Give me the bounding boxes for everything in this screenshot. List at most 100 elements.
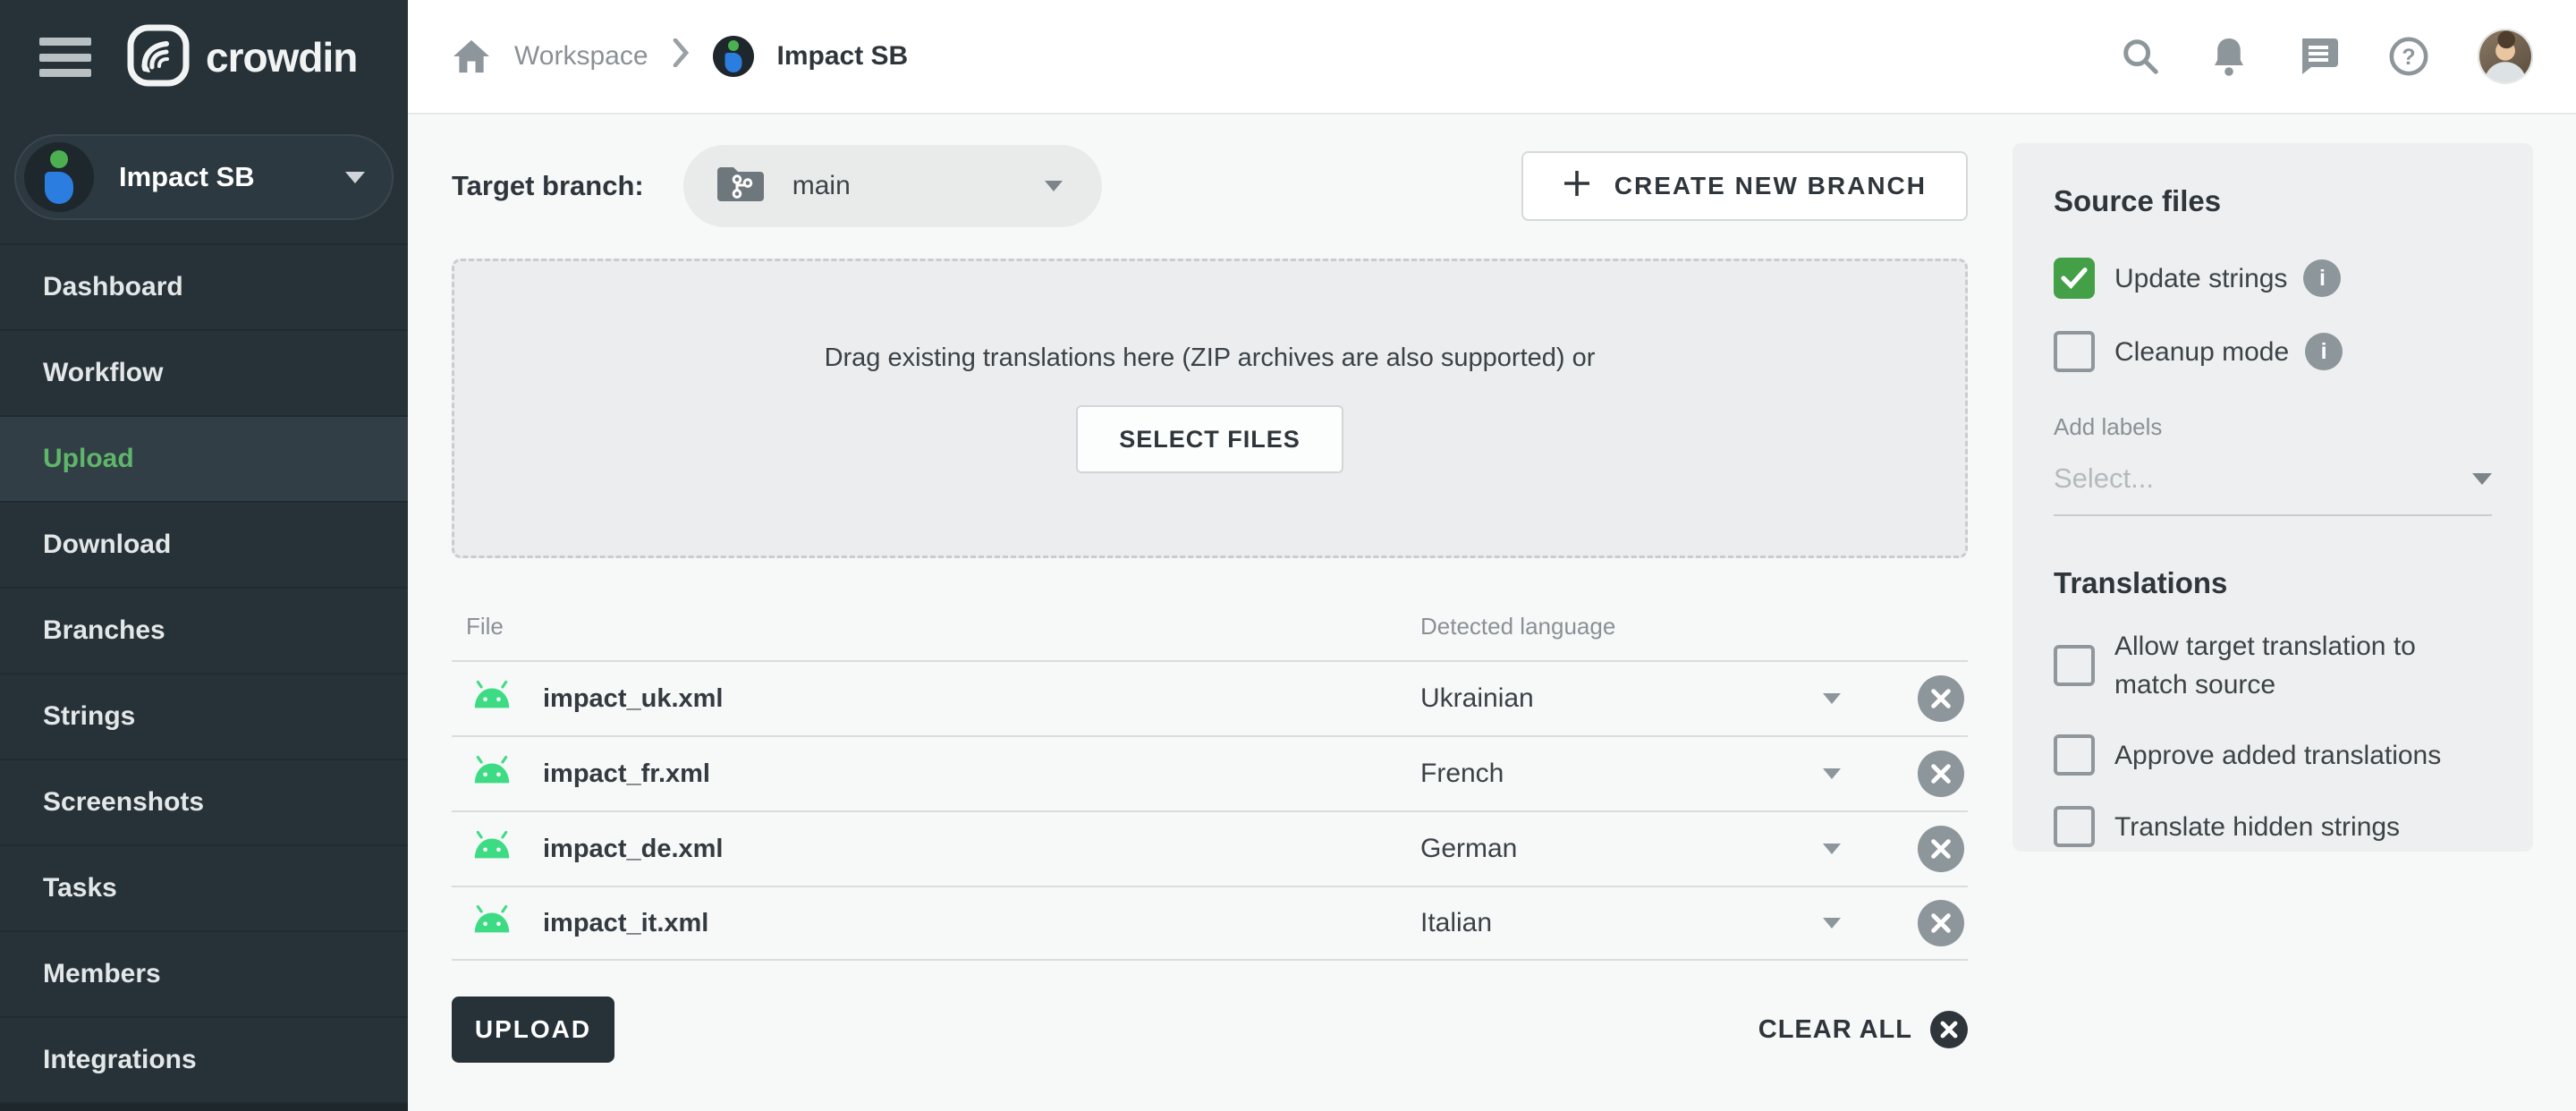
android-icon xyxy=(471,755,513,793)
table-header: File Detected language xyxy=(452,592,1968,660)
chevron-right-icon xyxy=(672,38,690,74)
cleanup-mode-checkbox[interactable] xyxy=(2054,331,2095,372)
labels-select[interactable]: Select... xyxy=(2054,462,2492,516)
breadcrumb-workspace[interactable]: Workspace xyxy=(514,41,648,72)
add-labels-label: Add labels xyxy=(2054,413,2492,441)
table-row: impact_it.xml Italian xyxy=(452,886,1968,961)
android-icon xyxy=(471,830,513,868)
top-bar: Workspace Impact SB xyxy=(408,0,2576,114)
table-row: impact_fr.xml French xyxy=(452,735,1968,810)
translate-hidden-checkbox[interactable] xyxy=(2054,806,2095,847)
info-icon[interactable]: i xyxy=(2303,259,2341,297)
target-branch-label: Target branch: xyxy=(452,170,644,202)
upload-button[interactable]: UPLOAD xyxy=(452,997,614,1063)
help-icon[interactable]: ? xyxy=(2388,36,2429,77)
breadcrumb: Workspace Impact SB xyxy=(452,36,908,77)
remove-file-button[interactable] xyxy=(1918,826,1964,872)
remove-file-button[interactable] xyxy=(1918,751,1964,797)
sidebar-item-upload[interactable]: Upload xyxy=(0,417,408,503)
language-value: Italian xyxy=(1420,908,1492,938)
branch-dropdown[interactable]: main xyxy=(683,145,1102,227)
notifications-bell-icon[interactable] xyxy=(2209,35,2249,78)
language-value: German xyxy=(1420,834,1517,864)
table-row: impact_uk.xml Ukrainian xyxy=(452,660,1968,735)
source-files-title: Source files xyxy=(2054,184,2492,218)
search-icon[interactable] xyxy=(2120,36,2161,77)
remove-file-button[interactable] xyxy=(1918,900,1964,946)
translations-title: Translations xyxy=(2054,566,2492,600)
chevron-down-icon xyxy=(1823,693,1841,704)
language-dropdown[interactable]: Italian xyxy=(1420,908,1841,938)
page-content: Target branch: main xyxy=(408,114,2576,1111)
update-strings-row: Update strings i xyxy=(2054,258,2492,299)
table-row: impact_de.xml German xyxy=(452,810,1968,886)
dropzone-hint: Drag existing translations here (ZIP arc… xyxy=(825,343,1596,373)
android-icon xyxy=(471,904,513,942)
language-value: French xyxy=(1420,759,1504,789)
language-value: Ukrainian xyxy=(1420,683,1534,714)
file-name: impact_fr.xml xyxy=(543,759,710,789)
approve-added-row: Approve added translations xyxy=(2054,734,2492,776)
language-dropdown[interactable]: French xyxy=(1420,759,1841,789)
sidebar-header: crowdin xyxy=(0,0,408,114)
sidebar-item-dashboard[interactable]: Dashboard xyxy=(0,245,408,331)
chevron-down-icon xyxy=(1823,768,1841,779)
sidebar-item-download[interactable]: Download xyxy=(0,503,408,589)
translate-hidden-row: Translate hidden strings xyxy=(2054,806,2492,847)
project-avatar xyxy=(24,142,94,212)
sidebar-footer xyxy=(0,1104,408,1111)
files-table: File Detected language impact_uk.xml xyxy=(452,592,1968,961)
sidebar: crowdin Impact SB Dashboard Workflow Upl… xyxy=(0,0,408,1111)
file-name: impact_it.xml xyxy=(543,909,708,938)
allow-match-source-checkbox[interactable] xyxy=(2054,645,2095,686)
home-icon[interactable] xyxy=(452,38,491,74)
chevron-down-icon xyxy=(1045,181,1063,191)
settings-panel: Source files Update strings i Cleanup mo… xyxy=(2012,143,2533,852)
sidebar-item-tasks[interactable]: Tasks xyxy=(0,846,408,932)
user-avatar[interactable] xyxy=(2478,29,2533,84)
update-strings-checkbox[interactable] xyxy=(2054,258,2095,299)
create-new-branch-button[interactable]: CREATE NEW BRANCH xyxy=(1521,151,1968,221)
sidebar-item-integrations[interactable]: Integrations xyxy=(0,1018,408,1104)
cleanup-mode-row: Cleanup mode i xyxy=(2054,331,2492,372)
sidebar-item-workflow[interactable]: Workflow xyxy=(0,331,408,417)
allow-match-source-row: Allow target translation to match source xyxy=(2054,627,2492,704)
upload-section: Target branch: main xyxy=(452,143,1968,1111)
project-selector[interactable]: Impact SB xyxy=(14,134,394,220)
clear-all-button[interactable]: CLEAR ALL xyxy=(1758,1011,1968,1048)
column-detected-language: Detected language xyxy=(1420,613,1615,640)
sidebar-item-screenshots[interactable]: Screenshots xyxy=(0,760,408,846)
crowdin-logo[interactable]: crowdin xyxy=(125,22,357,93)
crowdin-mark-icon xyxy=(125,22,191,93)
sidebar-item-members[interactable]: Members xyxy=(0,932,408,1018)
column-file: File xyxy=(452,613,1420,640)
sidebar-nav: Dashboard Workflow Upload Download Branc… xyxy=(0,243,408,1111)
language-dropdown[interactable]: Ukrainian xyxy=(1420,683,1841,714)
remove-file-button[interactable] xyxy=(1918,675,1964,722)
chevron-down-icon xyxy=(2472,473,2492,485)
chevron-down-icon xyxy=(1823,844,1841,854)
file-name: impact_uk.xml xyxy=(543,684,723,714)
messages-icon[interactable] xyxy=(2297,37,2340,76)
info-icon[interactable]: i xyxy=(2305,333,2343,370)
svg-text:?: ? xyxy=(2402,45,2415,70)
table-footer: UPLOAD CLEAR ALL xyxy=(452,997,1968,1063)
sidebar-item-strings[interactable]: Strings xyxy=(0,674,408,760)
branch-folder-icon xyxy=(716,164,766,209)
file-dropzone[interactable]: Drag existing translations here (ZIP arc… xyxy=(452,259,1968,558)
menu-icon[interactable] xyxy=(39,38,91,77)
branch-toolbar: Target branch: main xyxy=(452,143,1968,229)
branch-value: main xyxy=(792,171,1045,201)
file-name: impact_de.xml xyxy=(543,835,723,864)
breadcrumb-project-icon xyxy=(713,36,754,77)
topbar-icons: ? xyxy=(2120,29,2533,84)
approve-added-checkbox[interactable] xyxy=(2054,734,2095,776)
select-files-button[interactable]: SELECT FILES xyxy=(1076,405,1343,473)
sidebar-item-branches[interactable]: Branches xyxy=(0,589,408,674)
crowdin-wordmark: crowdin xyxy=(206,33,357,81)
project-name: Impact SB xyxy=(119,161,345,193)
main-area: Workspace Impact SB xyxy=(408,0,2576,1111)
chevron-down-icon xyxy=(1823,918,1841,929)
language-dropdown[interactable]: German xyxy=(1420,834,1841,864)
plus-icon xyxy=(1563,169,1591,204)
